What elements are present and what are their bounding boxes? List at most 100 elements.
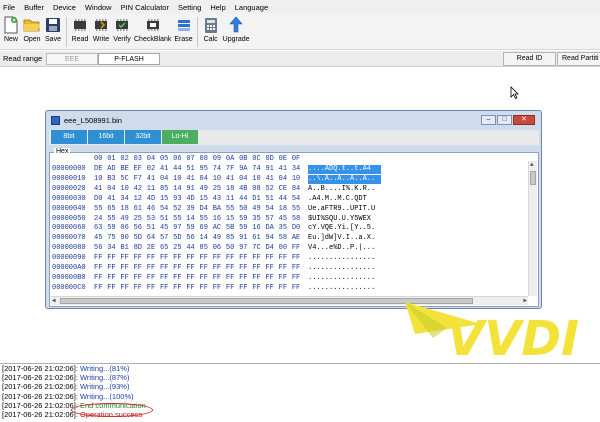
range-eee-button[interactable]: EEE (46, 53, 98, 65)
hex-byte[interactable]: FF (252, 264, 265, 273)
hex-byte[interactable]: DA (265, 224, 278, 233)
hex-byte[interactable]: 46 (147, 205, 160, 214)
hex-byte[interactable]: 41 (226, 175, 239, 184)
hex-byte[interactable]: 50 (239, 205, 252, 214)
hex-byte[interactable]: 5D (134, 234, 147, 243)
hex-byte[interactable]: B3 (107, 175, 120, 184)
hex-byte[interactable]: 44 (279, 195, 292, 204)
hex-byte[interactable]: 54 (292, 195, 305, 204)
hex-byte[interactable]: FF (94, 254, 107, 263)
scroll-left-icon[interactable]: ◀ (52, 297, 56, 304)
hex-byte[interactable]: FF (160, 274, 173, 283)
hex-byte[interactable]: FF (292, 264, 305, 273)
hex-byte[interactable]: 14 (200, 234, 213, 243)
hex-byte[interactable]: FF (107, 284, 120, 293)
hex-byte[interactable]: FF (94, 274, 107, 283)
write-button[interactable]: Write (92, 14, 110, 43)
hex-byte[interactable]: 51 (265, 195, 278, 204)
hex-byte[interactable]: 35 (279, 224, 292, 233)
hex-byte[interactable]: 15 (226, 215, 239, 224)
hex-byte[interactable]: 91 (186, 185, 199, 194)
hex-byte[interactable]: 10 (252, 175, 265, 184)
hex-byte[interactable]: 04 (107, 185, 120, 194)
hex-byte[interactable]: BE (120, 165, 133, 174)
hex-byte[interactable]: FF (226, 274, 239, 283)
hex-byte[interactable]: 85 (200, 244, 213, 253)
hex-byte[interactable]: 16 (213, 215, 226, 224)
menu-pin-calculator[interactable]: PIN Calculator (121, 3, 169, 12)
menu-setting[interactable]: Setting (178, 3, 201, 12)
hex-byte[interactable]: 34 (120, 195, 133, 204)
hex-byte[interactable]: 5D (173, 234, 186, 243)
hex-ascii[interactable]: cY.VQE.Yi.[Y..5. (308, 224, 381, 233)
vertical-scroll-thumb[interactable] (530, 171, 536, 185)
hex-byte[interactable]: 34 (107, 244, 120, 253)
hex-byte[interactable]: 56 (134, 224, 147, 233)
hex-byte[interactable]: 65 (160, 244, 173, 253)
open-button[interactable]: Open (23, 14, 41, 43)
hex-ascii[interactable]: ................ (308, 274, 381, 283)
hex-byte[interactable]: 64 (147, 234, 160, 243)
hex-byte[interactable]: AD (107, 165, 120, 174)
hex-byte[interactable]: D4 (200, 205, 213, 214)
hex-byte[interactable]: 10 (120, 185, 133, 194)
hex-byte[interactable]: 93 (173, 195, 186, 204)
hex-byte[interactable]: 69 (200, 224, 213, 233)
hex-byte[interactable]: 25 (134, 215, 147, 224)
hex-byte[interactable]: FF (265, 254, 278, 263)
hex-byte[interactable]: FF (120, 284, 133, 293)
hex-byte[interactable]: 7F (226, 165, 239, 174)
hex-byte[interactable]: 91 (239, 234, 252, 243)
hex-byte[interactable]: FF (226, 264, 239, 273)
tab-lo-hi[interactable]: Lo-Hi (162, 130, 198, 144)
read-partition-button[interactable]: Read Partiti (557, 52, 600, 66)
hex-byte[interactable]: 74 (252, 165, 265, 174)
hex-byte[interactable]: 56 (186, 234, 199, 243)
hex-byte[interactable]: 14 (186, 215, 199, 224)
window-title-bar[interactable]: eee_L508991.bin – □ ✕ (49, 114, 539, 128)
hex-byte[interactable]: FF (147, 254, 160, 263)
hex-byte[interactable]: 15 (200, 195, 213, 204)
hex-byte[interactable]: AC (213, 224, 226, 233)
menu-help[interactable]: Help (210, 3, 225, 12)
checkblank-button[interactable]: CheckBlank (134, 14, 171, 43)
hex-byte[interactable]: 7C (252, 244, 265, 253)
hex-byte[interactable]: EF (134, 165, 147, 174)
hex-byte[interactable]: 94 (265, 234, 278, 243)
hex-byte[interactable]: FF (160, 264, 173, 273)
hex-byte[interactable]: 04 (160, 175, 173, 184)
hex-byte[interactable]: 54 (265, 205, 278, 214)
hex-byte[interactable]: 5B (226, 224, 239, 233)
hex-byte[interactable]: 41 (94, 185, 107, 194)
hex-byte[interactable]: FF (279, 284, 292, 293)
hex-byte[interactable]: FF (107, 254, 120, 263)
hex-byte[interactable]: 95 (200, 165, 213, 174)
hex-ascii[interactable]: $UI%SQU.U.Y5WEX (308, 215, 381, 224)
hex-byte[interactable]: FF (200, 284, 213, 293)
hex-byte[interactable]: FF (134, 264, 147, 273)
hex-byte[interactable]: 74 (213, 165, 226, 174)
hex-byte[interactable]: FF (120, 264, 133, 273)
hex-byte[interactable]: FF (292, 284, 305, 293)
hex-byte[interactable]: 49 (252, 205, 265, 214)
tab-16bit[interactable]: 16bit (88, 130, 124, 144)
hex-byte[interactable]: 2E (147, 244, 160, 253)
hex-byte[interactable]: 04 (279, 175, 292, 184)
hex-byte[interactable]: 84 (292, 185, 305, 194)
new-button[interactable]: New (2, 14, 20, 43)
hex-byte[interactable]: 52 (265, 185, 278, 194)
upgrade-button[interactable]: Upgrade (223, 14, 250, 43)
hex-byte[interactable]: 75 (107, 234, 120, 243)
vertical-scrollbar[interactable]: ▲ (528, 161, 537, 296)
hex-byte[interactable]: 25 (173, 244, 186, 253)
hex-byte[interactable]: 53 (147, 215, 160, 224)
hex-byte[interactable]: FF (292, 274, 305, 283)
hex-byte[interactable]: FF (186, 284, 199, 293)
hex-byte[interactable]: 41 (107, 195, 120, 204)
hex-byte[interactable]: 9A (239, 165, 252, 174)
hex-byte[interactable]: FF (173, 274, 186, 283)
hex-byte[interactable]: 85 (226, 234, 239, 243)
hex-byte[interactable]: 59 (186, 224, 199, 233)
hex-byte[interactable]: FF (252, 254, 265, 263)
hex-ascii[interactable]: ....ADQ.t..t.A4 (308, 165, 381, 174)
